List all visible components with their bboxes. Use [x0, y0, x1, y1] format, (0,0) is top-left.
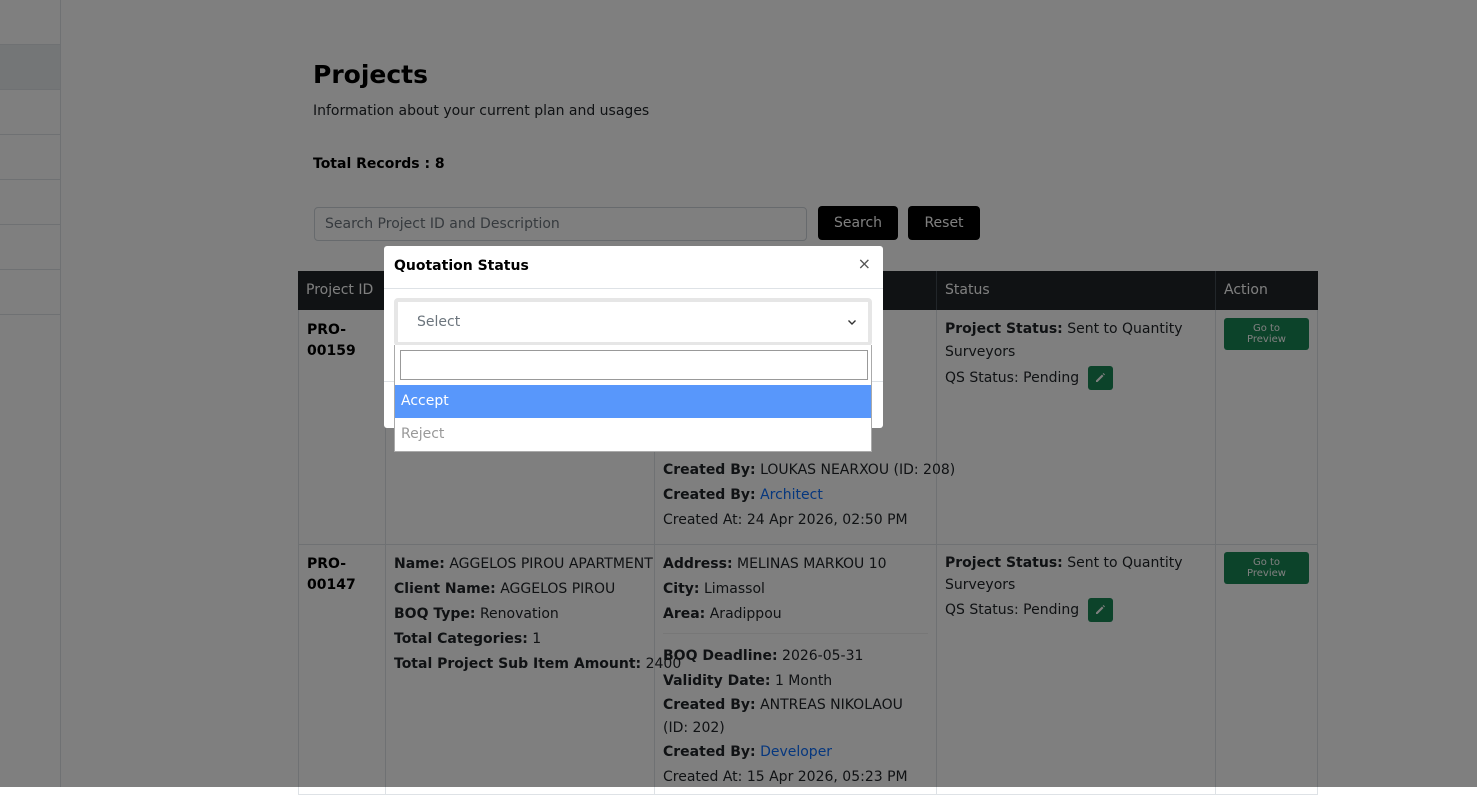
select-value: Select	[417, 314, 461, 330]
chevron-down-icon	[848, 320, 856, 325]
option-reject[interactable]: Reject	[395, 418, 871, 451]
close-icon[interactable]: ×	[858, 254, 871, 273]
option-accept[interactable]: Accept	[395, 385, 871, 418]
modal-title: Quotation Status	[394, 258, 529, 274]
dropdown-search-input[interactable]	[400, 350, 868, 380]
select-dropdown: Accept Reject	[394, 345, 872, 452]
modal-header: Quotation Status ×	[384, 246, 883, 289]
quotation-status-select[interactable]: Select	[394, 298, 872, 346]
